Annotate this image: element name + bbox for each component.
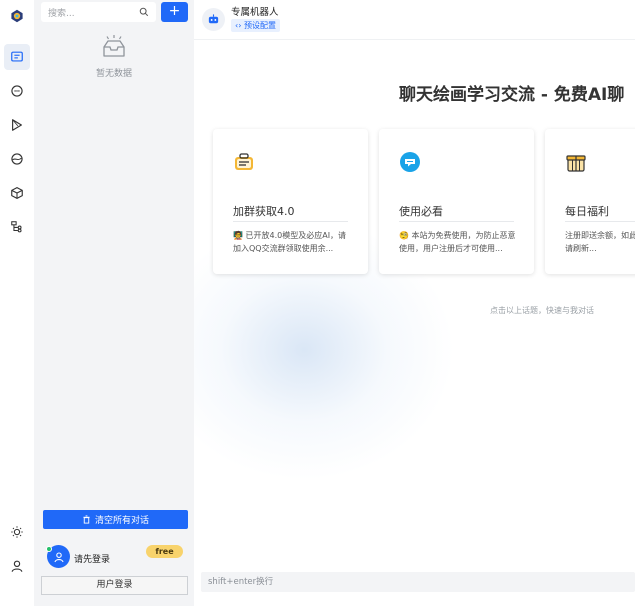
mind-map-icon[interactable] bbox=[4, 214, 30, 240]
chat-list-icon[interactable] bbox=[4, 44, 30, 70]
card-title: 每日福利 bbox=[565, 205, 609, 218]
login-button[interactable]: 用户登录 bbox=[41, 576, 188, 595]
card-divider bbox=[233, 221, 348, 222]
card-title: 加群获取4.0 bbox=[233, 205, 295, 218]
card-description: 🧑‍🏫 已开放4.0模型及必应AI，请加入QQ交流群领取使用余... bbox=[233, 231, 347, 253]
topic-card[interactable]: 使用必看 🧐 本站为免费使用，为防止恶意使用，用户注册后才可使用... bbox=[379, 129, 534, 274]
user-icon bbox=[53, 551, 64, 562]
new-chat-button[interactable]: + bbox=[161, 2, 188, 22]
chat-header: 专属机器人 ‹› 预设配置 bbox=[194, 0, 635, 40]
cube-icon[interactable] bbox=[4, 180, 30, 206]
online-status-dot bbox=[46, 546, 52, 552]
card-description: 🧐 本站为免费使用，为防止恶意使用，用户注册后才可使用... bbox=[399, 231, 516, 253]
topic-card[interactable]: 每日福利 注册即送余额，如此显示内容，请刷新... bbox=[545, 129, 635, 274]
empty-box-icon bbox=[103, 35, 125, 57]
bot-name: 专属机器人 bbox=[231, 7, 279, 18]
empty-state: 暂无数据 bbox=[34, 34, 194, 79]
topic-hint: 点击以上话题，快速与我对话 bbox=[490, 306, 594, 315]
search-icon bbox=[139, 7, 149, 17]
chat-bubble-icon bbox=[400, 152, 420, 172]
bot-avatar bbox=[202, 8, 225, 31]
gift-icon bbox=[566, 155, 586, 172]
palette-icon[interactable] bbox=[4, 146, 30, 172]
message-input[interactable]: shift+enter换行 bbox=[201, 572, 635, 592]
trash-icon bbox=[83, 515, 90, 524]
app-window: 搜索... + 暂无数据 清空所有对话 请先登录 free 用户登录 专属机器人… bbox=[0, 0, 635, 606]
message-icon[interactable] bbox=[4, 78, 30, 104]
clear-all-button[interactable]: 清空所有对话 bbox=[43, 510, 188, 529]
card-title: 使用必看 bbox=[399, 205, 443, 218]
topic-card[interactable]: 加群获取4.0 🧑‍🏫 已开放4.0模型及必应AI，请加入QQ交流群领取使用余.… bbox=[213, 129, 368, 274]
plan-badge: free bbox=[146, 545, 183, 558]
user-profile-icon[interactable] bbox=[4, 553, 30, 579]
user-name: 请先登录 bbox=[74, 555, 111, 565]
play-store-icon[interactable] bbox=[4, 112, 30, 138]
robot-icon bbox=[208, 14, 219, 24]
search-placeholder: 搜索... bbox=[48, 8, 75, 19]
briefcase-icon bbox=[235, 153, 253, 170]
user-info: 请先登录 free bbox=[46, 545, 187, 569]
preset-config-label: 预设配置 bbox=[243, 21, 276, 30]
theme-toggle-icon[interactable] bbox=[4, 519, 30, 545]
card-divider bbox=[399, 221, 514, 222]
icon-rail bbox=[0, 0, 34, 606]
conversation-sidebar: 搜索... + 暂无数据 清空所有对话 请先登录 free 用户登录 bbox=[34, 0, 194, 606]
chat-main: 专属机器人 ‹› 预设配置 聊天绘画学习交流 - 免费AI聊 加群获取4.0 🧑… bbox=[194, 0, 635, 606]
page-title: 聊天绘画学习交流 - 免费AI聊 bbox=[399, 85, 625, 105]
card-description: 注册即送余额，如此显示内容，请刷新... bbox=[565, 231, 635, 253]
clear-all-label: 清空所有对话 bbox=[94, 516, 149, 526]
preset-config-button[interactable]: ‹› 预设配置 bbox=[231, 19, 280, 32]
card-divider bbox=[565, 221, 635, 222]
logo-icon[interactable] bbox=[4, 3, 30, 29]
empty-text: 暂无数据 bbox=[95, 69, 132, 79]
search-input[interactable]: 搜索... bbox=[41, 2, 156, 22]
